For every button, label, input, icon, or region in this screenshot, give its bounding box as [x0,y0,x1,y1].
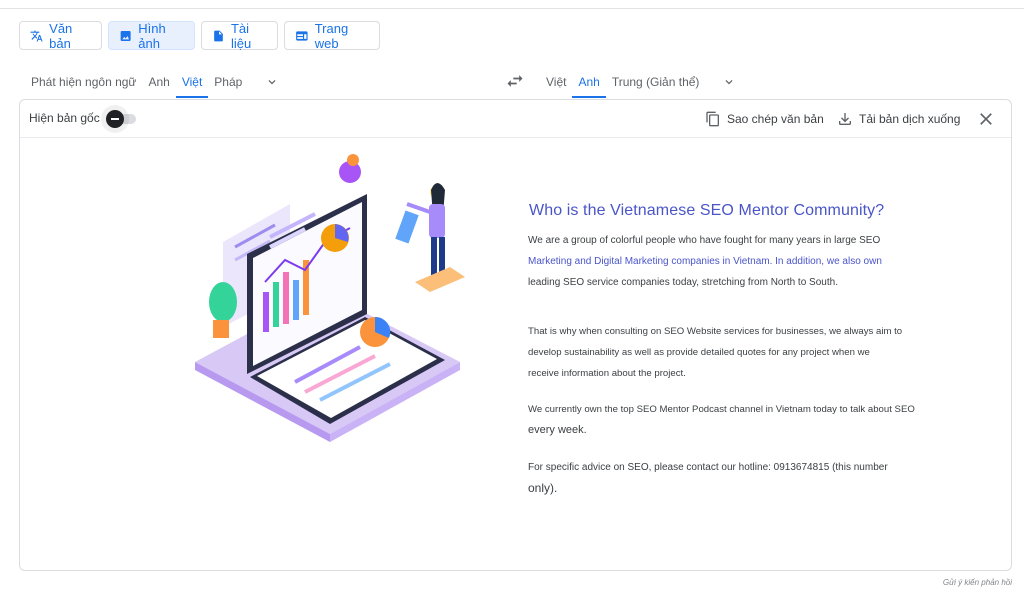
document-icon [214,30,223,41]
source-more-languages-button[interactable] [262,72,282,92]
paragraph-2: That is why when consulting on SEO Websi… [528,321,928,384]
swap-languages-button[interactable] [505,71,525,91]
translation-panel: Hiện bản gốc Sao chép văn bản Tải bản dị… [19,99,1012,571]
show-original-toggle[interactable] [106,110,136,128]
target-more-languages-button[interactable] [719,72,739,92]
lang-target-vietnamese[interactable]: Việt [540,66,572,98]
chevron-down-icon [725,80,733,85]
lang-source-vietnamese[interactable]: Việt [175,66,209,98]
mode-label: Trang web [314,20,349,51]
p2-line-1: That is why when consulting on SEO Websi… [528,326,903,337]
top-divider [0,8,1024,9]
p3-line-1: We currently own the top SEO Mentor Podc… [528,404,915,415]
copy-text-button[interactable]: Sao chép văn bản [705,109,824,129]
show-original-label: Hiện bản gốc [29,111,100,125]
mode-website-button[interactable]: Trang web [284,20,380,51]
p4-line-1: For specific advice on SEO, please conta… [528,462,888,473]
translated-text: Who is the Vietnamese SEO Mentor Communi… [528,202,928,500]
lang-source-french[interactable]: Pháp [208,66,248,98]
paragraph-4: For specific advice on SEO, please conta… [528,457,928,500]
target-language-bar: Việt Anh Trung (Giản thể) [540,66,739,98]
translated-title: Who is the Vietnamese SEO Mentor Communi… [529,202,885,219]
p2-line-3: receive information about the project. [528,368,686,379]
web-icon [296,30,308,41]
seo-laptop-illustration [195,154,465,442]
download-translation-button[interactable]: Tải bản dịch xuống [837,109,960,129]
toggle-knob [106,110,124,128]
source-language-bar: Phát hiện ngôn ngữ Anh Việt Pháp [25,66,282,98]
copy-icon [706,111,719,127]
mode-label: Hình ảnh [138,20,166,51]
chevron-down-icon [268,80,276,85]
image-icon [120,30,131,41]
p1-line-1: We are a group of colorful people who ha… [528,235,881,246]
lang-source-english[interactable]: Anh [142,66,175,98]
mode-label: Văn bản [49,20,73,51]
p1-line-2: Marketing and Digital Marketing companie… [528,256,882,267]
lang-target-english[interactable]: Anh [572,66,607,98]
feedback-link[interactable]: Gửi ý kiến phản hồi [943,578,1012,587]
swap-icon [507,75,523,87]
translate-icon [30,30,43,41]
paragraph-3: We currently own the top SEO Mentor Podc… [528,399,928,441]
mode-tabs: Văn bản Hình ảnh Tài liệu Trang web [19,20,380,51]
lang-target-chinese[interactable]: Trung (Giản thể) [606,66,706,98]
mode-document-button[interactable]: Tài liệu [201,20,278,51]
p3-line-2: every week. [528,424,587,436]
close-icon [980,113,992,125]
p2-line-2: develop sustainability as well as provid… [528,347,870,358]
download-label: Tải bản dịch xuống [859,112,961,126]
mode-image-button[interactable]: Hình ảnh [108,20,195,51]
panel-toolbar: Hiện bản gốc Sao chép văn bản Tải bản dị… [20,100,1011,138]
download-icon [839,113,851,125]
mode-label: Tài liệu [230,20,252,51]
mode-text-button[interactable]: Văn bản [19,20,102,51]
copy-text-label: Sao chép văn bản [727,112,824,126]
close-button[interactable] [976,109,996,129]
lang-detect[interactable]: Phát hiện ngôn ngữ [25,66,142,98]
p4-line-2: only). [528,481,558,495]
p1-line-3: leading SEO service companies today, str… [528,277,838,288]
paragraph-1: We are a group of colorful people who ha… [528,230,928,293]
